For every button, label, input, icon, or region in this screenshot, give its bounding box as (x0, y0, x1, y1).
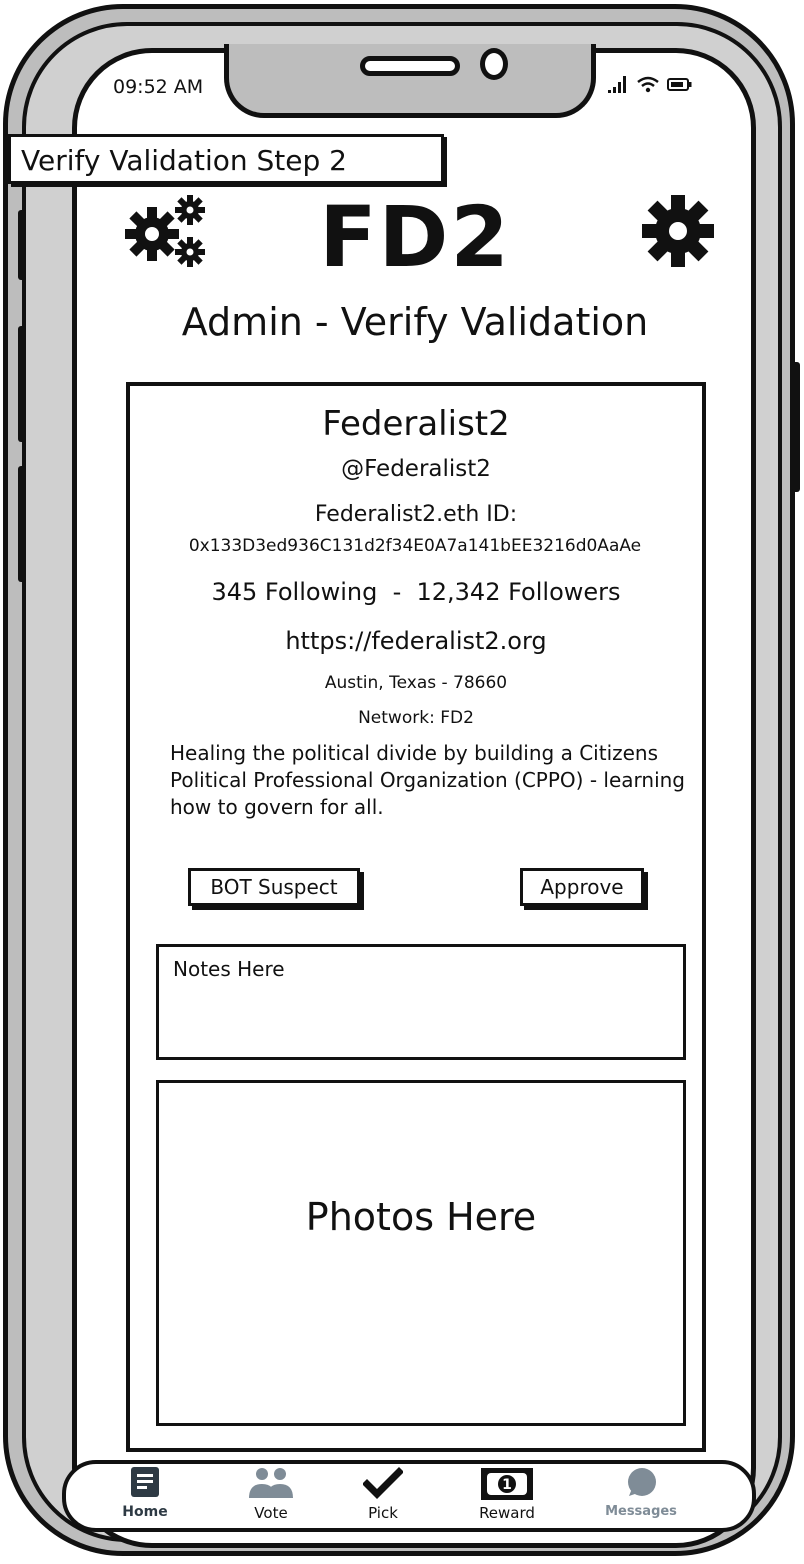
page-title: Admin - Verify Validation (181, 300, 649, 344)
approve-button[interactable]: Approve (520, 868, 644, 906)
tab-label: Reward (479, 1504, 535, 1522)
tab-home[interactable]: Home (100, 1466, 190, 1520)
bot-suspect-button[interactable]: BOT Suspect (188, 868, 360, 906)
checkmark-icon (338, 1466, 428, 1502)
gears-icon[interactable] (124, 192, 214, 277)
tab-messages[interactable]: Messages (596, 1466, 686, 1519)
speaker (360, 56, 460, 76)
tab-label: Vote (254, 1504, 288, 1522)
tab-vote[interactable]: Vote (226, 1466, 316, 1522)
brand-logo: FD2 (319, 188, 511, 286)
tab-label: Messages (605, 1504, 677, 1519)
tab-pick[interactable]: Pick (338, 1466, 428, 1522)
profile-bio: Healing the political divide by building… (170, 741, 685, 819)
tab-label: Home (122, 1504, 168, 1520)
signal-wifi-battery-icon (608, 76, 692, 93)
volume-up-button (18, 326, 26, 442)
power-button (792, 362, 800, 492)
website-link[interactable]: https://federalist2.org (126, 627, 706, 655)
tab-label: Pick (368, 1504, 398, 1522)
photos-placeholder: Photos Here (305, 1195, 537, 1239)
follow-stats[interactable]: 345 Following - 12,342 Followers (126, 578, 706, 606)
svg-text:1: 1 (502, 1477, 512, 1493)
status-icons (608, 74, 694, 99)
camera (480, 48, 508, 80)
network: Network: FD2 (358, 708, 474, 728)
notes-field[interactable] (156, 944, 686, 1060)
gear-icon[interactable] (638, 194, 718, 271)
money-icon: 1 (462, 1466, 552, 1502)
step-label: Verify Validation Step 2 (8, 134, 444, 184)
tab-reward[interactable]: 1 Reward (462, 1466, 552, 1522)
home-icon (100, 1466, 190, 1502)
eth-id-label: Federalist2.eth ID: (314, 502, 518, 527)
mute-switch (18, 210, 26, 280)
volume-down-button (18, 466, 26, 582)
eth-address: 0x133D3ed936C131d2f34E0A7a141bEE3216d0Aa… (188, 536, 642, 556)
photos-area[interactable]: Photos Here (156, 1080, 686, 1426)
profile-handle: @Federalist2 (341, 456, 491, 482)
profile-name: Federalist2 (322, 404, 510, 444)
location: Austin, Texas - 78660 (324, 673, 508, 693)
chat-bubble-icon (596, 1466, 686, 1502)
status-time: 09:52 AM (113, 76, 204, 98)
people-icon (226, 1466, 316, 1502)
